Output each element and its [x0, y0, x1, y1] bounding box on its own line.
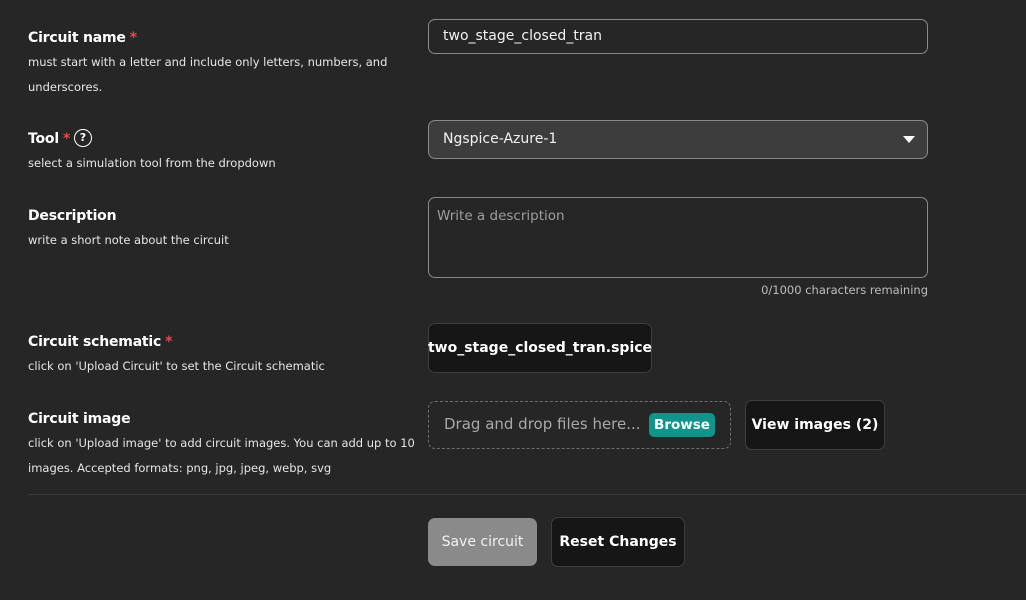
circuit-name-input[interactable]: two_stage_closed_tran: [428, 19, 928, 54]
tool-help: select a simulation tool from the dropdo…: [28, 156, 276, 170]
help-icon[interactable]: ?: [74, 129, 92, 147]
image-dropzone[interactable]: Drag and drop files here... Browse: [428, 401, 731, 449]
browse-button[interactable]: Browse: [649, 413, 715, 437]
circuit-image-help: click on 'Upload image' to add circuit i…: [28, 436, 415, 475]
character-counter: 0/1000 characters remaining: [761, 283, 928, 297]
required-mark: *: [62, 131, 71, 147]
divider: [28, 494, 1026, 495]
description-textarea[interactable]: Write a description: [428, 197, 928, 278]
required-mark: *: [129, 30, 137, 46]
chevron-down-icon: [903, 136, 915, 143]
reset-changes-button[interactable]: Reset Changes: [551, 517, 685, 567]
schematic-help: click on 'Upload Circuit' to set the Cir…: [28, 359, 325, 373]
tool-label: Tool *: [28, 131, 71, 147]
schematic-file-button[interactable]: two_stage_closed_tran.spice: [428, 323, 652, 373]
schematic-label: Circuit schematic *: [28, 334, 173, 350]
circuit-name-help: must start with a letter and include onl…: [28, 55, 388, 94]
dropzone-text: Drag and drop files here...: [444, 415, 641, 433]
save-circuit-button[interactable]: Save circuit: [428, 518, 537, 566]
circuit-name-label: Circuit name *: [28, 30, 137, 46]
description-help: write a short note about the circuit: [28, 233, 229, 247]
circuit-image-label: Circuit image: [28, 411, 131, 427]
view-images-button[interactable]: View images (2): [745, 400, 885, 450]
description-placeholder: Write a description: [437, 208, 565, 224]
description-label: Description: [28, 208, 117, 224]
required-mark: *: [165, 334, 173, 350]
tool-select[interactable]: Ngspice-Azure-1: [428, 120, 928, 159]
circuit-form: Circuit name * must start with a letter a…: [0, 0, 1026, 600]
